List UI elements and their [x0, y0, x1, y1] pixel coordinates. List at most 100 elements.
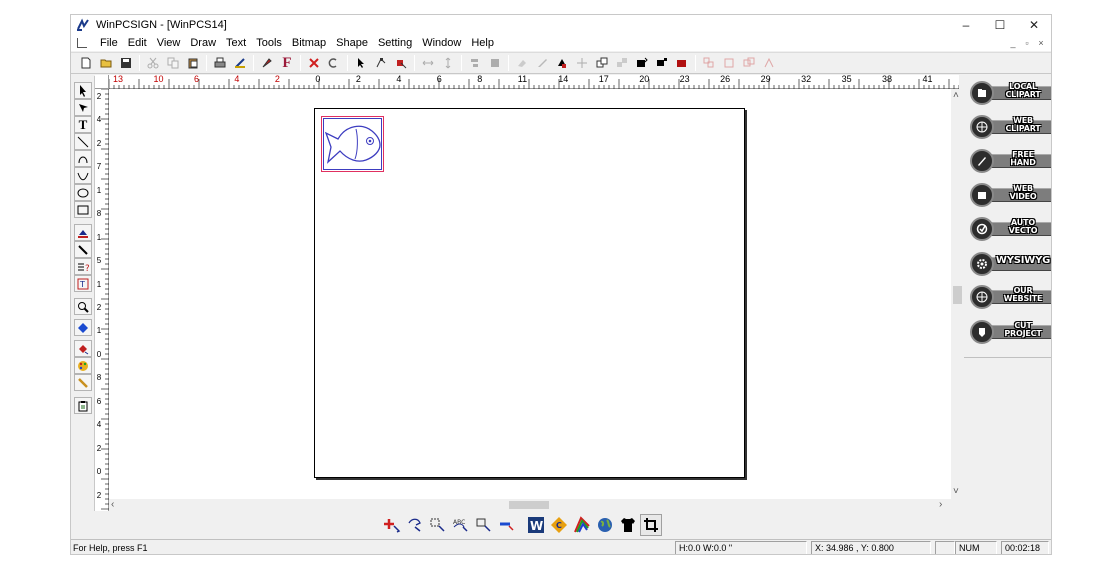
menu-shape[interactable]: Shape	[331, 35, 373, 51]
align-button[interactable]	[466, 54, 484, 72]
maximize-button[interactable]: ☐	[983, 15, 1017, 35]
move-button[interactable]	[573, 54, 591, 72]
clear-button[interactable]	[325, 54, 343, 72]
paste-button[interactable]	[184, 54, 202, 72]
measure-button[interactable]	[496, 514, 518, 536]
paint-bucket-tool[interactable]	[74, 340, 92, 357]
vertical-scroll-thumb[interactable]	[953, 286, 962, 304]
web-video-button[interactable]: WEB VIDEO	[970, 182, 1051, 208]
vertical-size-button[interactable]	[439, 54, 457, 72]
node-edit-button[interactable]	[372, 54, 390, 72]
copy-button[interactable]	[164, 54, 182, 72]
frame-select-button[interactable]	[473, 514, 495, 536]
fill-button[interactable]	[486, 54, 504, 72]
send-front-button[interactable]	[633, 54, 651, 72]
shadow-button[interactable]	[673, 54, 691, 72]
close-button[interactable]: ✕	[1017, 15, 1051, 35]
menu-view[interactable]: View	[152, 35, 186, 51]
web-clipart-button[interactable]: WEB CLIPART	[970, 114, 1051, 140]
scroll-down-arrow-icon[interactable]: ˅	[953, 487, 959, 497]
pencil-tool[interactable]	[74, 374, 92, 391]
document-icon[interactable]	[77, 38, 87, 48]
select-area-button[interactable]	[427, 514, 449, 536]
vertical-ruler[interactable]: 242718151210864202	[95, 89, 109, 511]
color-c-button[interactable]: C	[548, 514, 570, 536]
ellipse-tool[interactable]	[74, 184, 92, 201]
save-button[interactable]	[117, 54, 135, 72]
crop-button[interactable]	[640, 514, 662, 536]
break-button[interactable]	[720, 54, 738, 72]
fill-color-tool[interactable]	[74, 319, 92, 336]
send-back-button[interactable]	[653, 54, 671, 72]
line-tool[interactable]	[74, 133, 92, 150]
text-on-path-button[interactable]: ABC	[450, 514, 472, 536]
weed-button[interactable]	[392, 54, 410, 72]
free-hand-button[interactable]: FREE HAND	[970, 148, 1051, 174]
menu-help[interactable]: Help	[466, 35, 499, 51]
menu-tools[interactable]: Tools	[251, 35, 287, 51]
knife-button[interactable]	[533, 54, 551, 72]
horizontal-size-button[interactable]	[419, 54, 437, 72]
plot-button[interactable]	[231, 54, 249, 72]
palette-tool[interactable]	[74, 357, 92, 374]
scroll-up-arrow-icon[interactable]: ˄	[953, 91, 959, 101]
globe-button[interactable]	[594, 514, 616, 536]
rectangle-tool[interactable]	[74, 201, 92, 218]
rainbow-palette-button[interactable]	[571, 514, 593, 536]
cut-button[interactable]	[144, 54, 162, 72]
combine-button[interactable]	[700, 54, 718, 72]
mdi-minimize-button[interactable]: _	[1007, 37, 1019, 48]
node-tool[interactable]	[74, 99, 92, 116]
local-clipart-button[interactable]: LOCAL CLIPART	[970, 80, 1051, 106]
clipboard-tool[interactable]	[74, 397, 92, 414]
bezier-tool[interactable]	[74, 167, 92, 184]
knife-tool[interactable]	[74, 241, 92, 258]
mdi-restore-button[interactable]: ▫	[1021, 37, 1033, 48]
selected-fish-object[interactable]	[321, 116, 384, 172]
open-file-button[interactable]	[97, 54, 115, 72]
horizontal-scroll-thumb[interactable]	[509, 501, 549, 509]
drawing-canvas[interactable]	[109, 89, 951, 499]
font-button[interactable]: F	[278, 54, 296, 72]
horizontal-scrollbar[interactable]: ‹ ›	[109, 499, 951, 511]
minimize-button[interactable]: –	[949, 15, 983, 35]
zoom-tool[interactable]	[74, 298, 92, 315]
scroll-left-arrow-icon[interactable]: ‹	[111, 500, 114, 510]
curve-tool[interactable]	[74, 150, 92, 167]
menu-setting[interactable]: Setting	[373, 35, 417, 51]
design-page[interactable]	[314, 108, 745, 478]
delete-button[interactable]	[305, 54, 323, 72]
new-file-button[interactable]	[77, 54, 95, 72]
group-button[interactable]	[593, 54, 611, 72]
contour-button[interactable]	[553, 54, 571, 72]
text-tool[interactable]: T	[74, 116, 92, 133]
menu-edit[interactable]: Edit	[123, 35, 152, 51]
cut-plotter-button[interactable]	[258, 54, 276, 72]
our-website-button[interactable]: OUR WEBSITE	[970, 284, 1051, 310]
rotate-node-button[interactable]	[404, 514, 426, 536]
select-tool[interactable]	[74, 82, 92, 99]
horizontal-ruler[interactable]: 13 10 6 4 2 0 2 4 6 8 11 14 17 20 23 26 29 32 35 38 41	[109, 75, 959, 89]
trim-button[interactable]	[760, 54, 778, 72]
menu-file[interactable]: File	[95, 35, 123, 51]
layers-tool[interactable]: ?	[74, 258, 92, 275]
menu-text[interactable]: Text	[221, 35, 251, 51]
text-frame-tool[interactable]: T	[74, 275, 92, 292]
tshirt-button[interactable]	[617, 514, 639, 536]
wysiwyg-button[interactable]: WYSIWYG	[970, 251, 1051, 277]
print-button[interactable]	[211, 54, 229, 72]
add-node-button[interactable]	[381, 514, 403, 536]
weld-button[interactable]	[740, 54, 758, 72]
scroll-right-arrow-icon[interactable]: ›	[939, 500, 942, 510]
winpcsign-w-button[interactable]: W	[525, 514, 547, 536]
menu-bitmap[interactable]: Bitmap	[287, 35, 331, 51]
cut-project-button[interactable]: CUT PROJECT	[970, 319, 1051, 345]
stamp-tool[interactable]	[74, 224, 92, 241]
mdi-close-button[interactable]: ×	[1035, 37, 1047, 48]
ungroup-button[interactable]	[613, 54, 631, 72]
auto-vecto-button[interactable]: AUTO VECTO	[970, 216, 1051, 242]
select-button[interactable]	[352, 54, 370, 72]
menu-draw[interactable]: Draw	[185, 35, 221, 51]
eraser-button[interactable]	[513, 54, 531, 72]
menu-window[interactable]: Window	[417, 35, 466, 51]
